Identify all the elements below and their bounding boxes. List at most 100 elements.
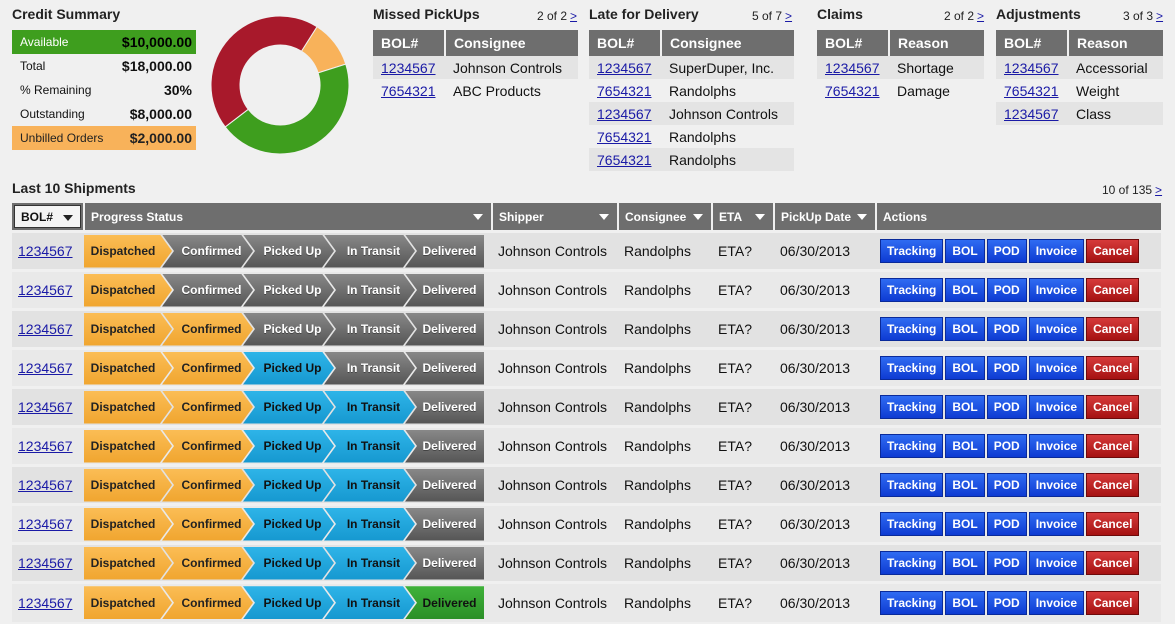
tracking-button[interactable]: Tracking xyxy=(880,278,944,302)
bol-link[interactable]: 7654321 xyxy=(1004,83,1059,99)
bol-link[interactable]: 1234567 xyxy=(18,477,73,493)
next-page-link[interactable]: > xyxy=(570,9,577,23)
bol-link[interactable]: 1234567 xyxy=(18,282,73,298)
sort-dropdown-icon[interactable] xyxy=(473,214,483,220)
invoice-button[interactable]: Invoice xyxy=(1028,395,1085,419)
pickup-cell: 06/30/2013 xyxy=(774,230,876,271)
cancel-button[interactable]: Cancel xyxy=(1086,590,1140,615)
sort-dropdown-icon[interactable] xyxy=(755,214,765,220)
column-header-label: ETA xyxy=(719,209,743,224)
eta-cell: ETA? xyxy=(712,425,774,466)
next-page-link[interactable]: > xyxy=(1155,183,1162,197)
bol-link[interactable]: 1234567 xyxy=(18,243,73,259)
bol-button[interactable]: BOL xyxy=(945,395,985,419)
sort-dropdown-icon[interactable] xyxy=(63,215,73,221)
adjustments-table: BOL# Reason 1234567 Accessorial 7654321 Weigh… xyxy=(996,30,1163,125)
bol-button[interactable]: BOL xyxy=(945,512,985,536)
bol-button[interactable]: BOL xyxy=(945,434,985,458)
tracking-button[interactable]: Tracking xyxy=(880,551,944,575)
bol-link[interactable]: 7654321 xyxy=(597,152,652,168)
invoice-button[interactable]: Invoice xyxy=(1028,239,1085,263)
bol-button[interactable]: BOL xyxy=(945,278,985,302)
invoice-button[interactable]: Invoice xyxy=(1028,317,1085,341)
invoice-button[interactable]: Invoice xyxy=(1028,551,1085,575)
bol-link[interactable]: 1234567 xyxy=(18,360,73,376)
bol-link[interactable]: 7654321 xyxy=(597,83,652,99)
invoice-button[interactable]: Invoice xyxy=(1028,278,1085,302)
pod-button[interactable]: POD xyxy=(986,434,1027,458)
bol-link[interactable]: 1234567 xyxy=(18,399,73,415)
progress-cell: Dispatched Confirmed Picked Up In Transit De… xyxy=(84,464,492,505)
sort-dropdown-icon[interactable] xyxy=(857,214,867,220)
stage-in-transit: In Transit xyxy=(324,273,415,307)
bol-button[interactable]: BOL xyxy=(945,317,985,341)
cancel-button[interactable]: Cancel xyxy=(1086,317,1140,341)
bol-link[interactable]: 1234567 xyxy=(18,438,73,454)
tracking-button[interactable]: Tracking xyxy=(880,434,944,458)
cancel-button[interactable]: Cancel xyxy=(1086,239,1140,263)
cancel-button[interactable]: Cancel xyxy=(1086,395,1140,419)
pod-button[interactable]: POD xyxy=(986,239,1027,263)
pod-button[interactable]: POD xyxy=(986,395,1027,419)
column-header-pickup-date[interactable]: PickUp Date xyxy=(774,203,877,232)
pod-button[interactable]: POD xyxy=(986,317,1027,341)
bol-link[interactable]: 1234567 xyxy=(597,60,652,76)
bol-link[interactable]: 1234567 xyxy=(18,321,73,337)
sort-dropdown-icon[interactable] xyxy=(599,214,609,220)
cancel-button[interactable]: Cancel xyxy=(1086,278,1140,302)
column-header-shipper[interactable]: Shipper xyxy=(492,203,619,232)
bol-button[interactable]: BOL xyxy=(945,356,985,380)
tracking-button[interactable]: Tracking xyxy=(880,590,944,615)
column-header-consignee[interactable]: Consignee xyxy=(618,203,713,232)
cancel-button[interactable]: Cancel xyxy=(1086,473,1140,497)
bol-link[interactable]: 1234567 xyxy=(18,555,73,571)
cancel-button[interactable]: Cancel xyxy=(1086,551,1140,575)
bol-link[interactable]: 1234567 xyxy=(18,595,73,611)
cancel-button[interactable]: Cancel xyxy=(1086,356,1140,380)
sort-dropdown-icon[interactable] xyxy=(693,214,703,220)
tracking-button[interactable]: Tracking xyxy=(880,512,944,536)
credit-summary: Available $10,000.00 Total $18,000.00 % … xyxy=(12,30,196,150)
bol-link[interactable]: 7654321 xyxy=(381,83,436,99)
bol-cell: 7654321 xyxy=(589,125,661,148)
bol-link[interactable]: 1234567 xyxy=(1004,106,1059,122)
cancel-button[interactable]: Cancel xyxy=(1086,434,1140,458)
bol-link[interactable]: 7654321 xyxy=(597,129,652,145)
pod-button[interactable]: POD xyxy=(986,551,1027,575)
next-page-link[interactable]: > xyxy=(785,9,792,23)
pod-button[interactable]: POD xyxy=(986,356,1027,380)
next-page-link[interactable]: > xyxy=(977,9,984,23)
bol-link[interactable]: 1234567 xyxy=(18,516,73,532)
bol-button[interactable]: BOL xyxy=(945,239,985,263)
column-header-bol[interactable]: BOL# xyxy=(12,203,85,232)
table-row: 7654321 Randolphs xyxy=(589,148,794,171)
bol-button[interactable]: BOL xyxy=(945,473,985,497)
tracking-button[interactable]: Tracking xyxy=(880,239,944,263)
bol-cell: 1234567 xyxy=(996,102,1068,125)
next-page-link[interactable]: > xyxy=(1156,9,1163,23)
invoice-button[interactable]: Invoice xyxy=(1028,434,1085,458)
bol-button[interactable]: BOL xyxy=(945,551,985,575)
bol-button[interactable]: BOL xyxy=(945,590,985,615)
pod-button[interactable]: POD xyxy=(986,473,1027,497)
bol-link[interactable]: 1234567 xyxy=(825,60,880,76)
tracking-button[interactable]: Tracking xyxy=(880,395,944,419)
actions-cell: Tracking BOL POD Invoice Cancel xyxy=(876,425,1161,466)
invoice-button[interactable]: Invoice xyxy=(1028,590,1085,615)
tracking-button[interactable]: Tracking xyxy=(880,356,944,380)
column-header-progress[interactable]: Progress Status xyxy=(84,203,493,232)
bol-link[interactable]: 1234567 xyxy=(597,106,652,122)
pod-button[interactable]: POD xyxy=(986,512,1027,536)
column-header-eta[interactable]: ETA xyxy=(712,203,775,232)
bol-link[interactable]: 1234567 xyxy=(1004,60,1059,76)
tracking-button[interactable]: Tracking xyxy=(880,317,944,341)
invoice-button[interactable]: Invoice xyxy=(1028,512,1085,536)
tracking-button[interactable]: Tracking xyxy=(880,473,944,497)
invoice-button[interactable]: Invoice xyxy=(1028,473,1085,497)
invoice-button[interactable]: Invoice xyxy=(1028,356,1085,380)
cancel-button[interactable]: Cancel xyxy=(1086,512,1140,536)
bol-link[interactable]: 1234567 xyxy=(381,60,436,76)
pod-button[interactable]: POD xyxy=(986,278,1027,302)
pod-button[interactable]: POD xyxy=(986,590,1027,615)
bol-link[interactable]: 7654321 xyxy=(825,83,880,99)
